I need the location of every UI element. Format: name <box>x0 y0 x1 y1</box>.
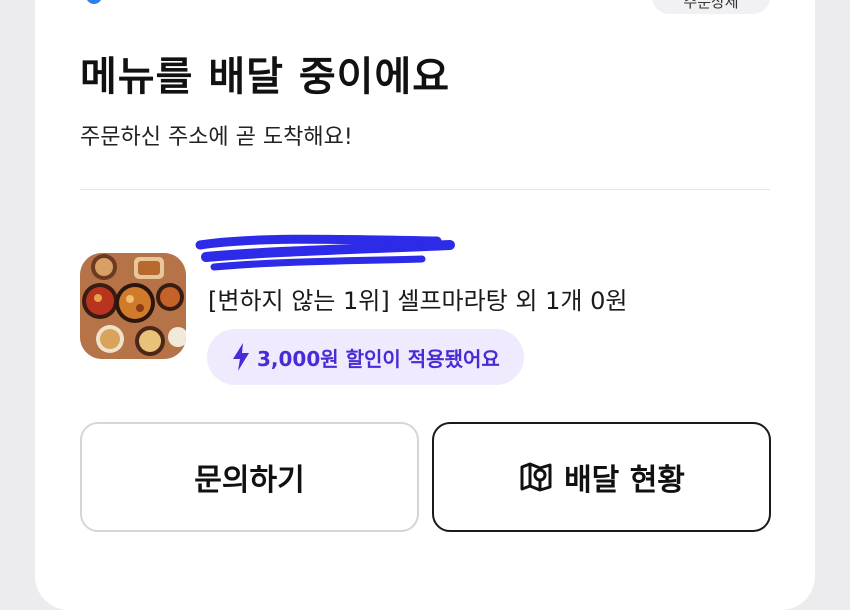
food-thumbnail <box>80 253 186 359</box>
inquiry-button[interactable]: 문의하기 <box>80 422 419 532</box>
order-summary: [변하지 않는 1위] 셀프마라탕 외 1개 0원 <box>208 287 628 315</box>
store-header-cut <box>80 0 102 6</box>
redacted-store-name <box>195 234 455 271</box>
food-image <box>80 253 186 359</box>
order-detail-label: 주문상세 <box>683 0 739 11</box>
delivery-status-button[interactable]: 배달 현황 <box>432 422 771 532</box>
discount-text: 3,000원 할인이 적용됐어요 <box>257 346 500 371</box>
page-subtitle: 주문하신 주소에 곧 도착해요! <box>80 125 353 150</box>
order-detail-button[interactable]: 주문상세 <box>652 0 770 14</box>
verified-icon <box>86 0 102 4</box>
discount-badge: 3,000원 할인이 적용됐어요 <box>207 329 524 385</box>
divider <box>80 189 770 190</box>
map-icon <box>520 462 552 492</box>
delivery-status-label: 배달 현황 <box>564 463 685 498</box>
inquiry-button-label: 문의하기 <box>194 463 305 498</box>
lightning-bolt-icon <box>233 343 249 371</box>
page-title: 메뉴를 배달 중이에요 <box>80 54 451 100</box>
